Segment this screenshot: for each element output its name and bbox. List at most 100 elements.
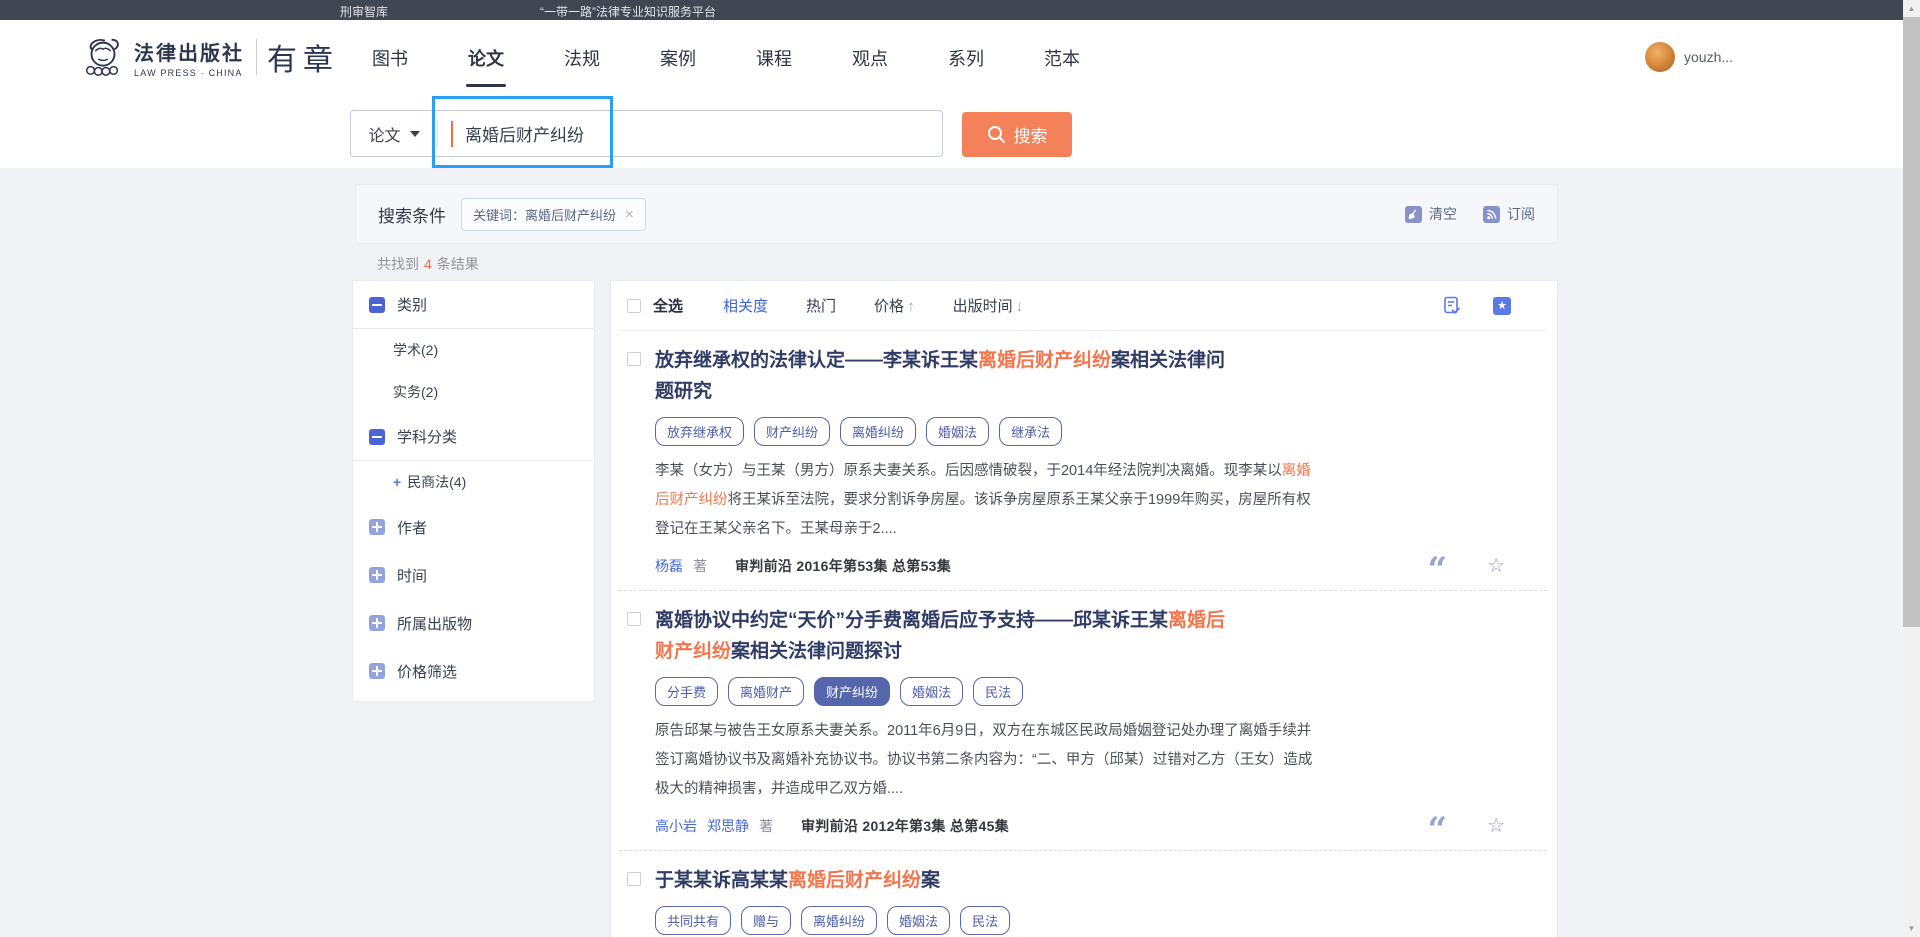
sort-option-3[interactable]: 价格↑: [874, 295, 915, 316]
tag[interactable]: 继承法: [999, 417, 1062, 446]
select-all-checkbox[interactable]: [627, 299, 641, 313]
search-area: 论文 离婚后财产纠纷 搜索: [0, 96, 1903, 168]
tag[interactable]: 离婚财产: [728, 677, 804, 706]
topbar-platform-title: “一带一路”法律专业知识服务平台: [540, 3, 716, 20]
expand-icon[interactable]: [369, 615, 385, 631]
result-tags: 分手费离婚财产财产纠纷婚姻法民法: [655, 677, 1335, 706]
text-part: 离婚协议中约定“天价”分手费离婚后应予支持——邱某诉王某: [655, 610, 1168, 631]
tag[interactable]: 财产纠纷: [814, 677, 890, 706]
tag[interactable]: 离婚纠纷: [840, 417, 916, 446]
scrollbar-thumb[interactable]: [1903, 17, 1920, 627]
result-checkbox[interactable]: [627, 872, 641, 886]
select-all-label[interactable]: 全选: [653, 295, 683, 316]
sidebar-section-header-2[interactable]: 学科分类: [353, 413, 594, 461]
nav-tab-3[interactable]: 法规: [562, 21, 602, 95]
expand-icon[interactable]: [369, 519, 385, 535]
tag[interactable]: 分手费: [655, 677, 718, 706]
sidebar-section-header-6[interactable]: 价格筛选: [353, 647, 594, 695]
tag[interactable]: 离婚纠纷: [801, 906, 877, 935]
result-title[interactable]: 离婚协议中约定“天价”分手费离婚后应予支持——邱某诉王某离婚后财产纠纷案相关法律…: [655, 605, 1233, 667]
author-link[interactable]: 郑思静: [707, 816, 749, 836]
expand-node-icon[interactable]: +: [393, 474, 401, 490]
scrollbar[interactable]: ▲ ▼: [1903, 0, 1920, 937]
batch-export-icon[interactable]: [1443, 296, 1461, 315]
sidebar-filter-label: 实务(2): [393, 384, 438, 400]
tag[interactable]: 婚姻法: [887, 906, 950, 935]
sidebar-section-header-3[interactable]: 作者: [353, 503, 594, 551]
search-button[interactable]: 搜索: [962, 112, 1072, 157]
tag[interactable]: 赠与: [741, 906, 791, 935]
sidebar-filter-item[interactable]: 学术(2): [353, 329, 594, 371]
sidebar-section-header-5[interactable]: 所属出版物: [353, 599, 594, 647]
sidebar-filter-item[interactable]: +民商法(4): [353, 461, 594, 503]
sidebar-section-title: 学科分类: [397, 426, 457, 447]
cite-quote-icon[interactable]: “: [1427, 560, 1447, 580]
favorite-star-icon[interactable]: ☆: [1487, 556, 1505, 576]
keyword-chip[interactable]: 关键词：离婚后财产纠纷 ×: [461, 198, 646, 231]
author-link[interactable]: 高小岩: [655, 816, 697, 836]
search-scope-value: 论文: [368, 122, 400, 146]
favorite-star-icon[interactable]: ☆: [1487, 816, 1505, 836]
sidebar-section-header-4[interactable]: 时间: [353, 551, 594, 599]
result-title[interactable]: 放弃继承权的法律认定——李某诉王某离婚后财产纠纷案相关法律问题研究: [655, 345, 1233, 407]
keyword-highlight: 离婚后财产纠纷: [978, 350, 1111, 371]
sort-options: 相关度 热门 价格↑ 出版时间↓: [723, 295, 1023, 316]
summary-suffix: 条结果: [437, 256, 479, 272]
broom-icon: [1405, 206, 1422, 223]
lawpress-lion-emblem-icon: [80, 35, 126, 79]
collapse-icon[interactable]: [369, 429, 385, 445]
tag[interactable]: 放弃继承权: [655, 417, 744, 446]
clear-conditions-button[interactable]: 清空: [1405, 204, 1457, 224]
result-row: 于某某诉高某某离婚后财产纠纷案共同共有赠与离婚纠纷婚姻法民法夫妻双方离婚时协议约…: [627, 865, 1547, 937]
sidebar-section-title: 价格筛选: [397, 661, 457, 682]
tag[interactable]: 婚姻法: [926, 417, 989, 446]
sort-option-2[interactable]: 热门: [806, 295, 836, 316]
nav-tab-1[interactable]: 图书: [370, 21, 410, 95]
favorites-folder-icon[interactable]: ★: [1493, 297, 1511, 315]
search-scope-dropdown[interactable]: 论文: [351, 122, 437, 146]
result-checkbox[interactable]: [627, 352, 641, 366]
result-meta: 高小岩郑思静著审判前沿 2012年第3集 总第45集: [655, 816, 1335, 836]
sidebar-filter-item[interactable]: 实务(2): [353, 371, 594, 413]
result-title[interactable]: 于某某诉高某某离婚后财产纠纷案: [655, 865, 1233, 896]
avatar[interactable]: [1645, 42, 1675, 72]
tag[interactable]: 民法: [973, 677, 1023, 706]
cite-quote-icon[interactable]: “: [1427, 820, 1447, 840]
results-summary: 共找到4条结果: [377, 254, 479, 274]
subscribe-label: 订阅: [1507, 204, 1535, 224]
tag[interactable]: 婚姻法: [900, 677, 963, 706]
text-part: 李某（女方）与王某（男方）原系夫妻关系。后因感情破裂，于2014年经法院判决离婚…: [655, 463, 1282, 479]
sort-option-1[interactable]: 相关度: [723, 295, 768, 316]
text-part: 将王某诉至法院，要求分割诉争房屋。该诉争房屋原系王某父亲于1999年购买，房屋所…: [655, 492, 1311, 537]
results-toolbar: 全选 相关度 热门 价格↑ 出版时间↓ ★: [619, 281, 1547, 331]
nav-tab-2[interactable]: 论文: [466, 21, 506, 95]
main-nav: 图书论文法规案例课程观点系列范本: [370, 20, 1082, 96]
nav-tab-5[interactable]: 课程: [754, 21, 794, 95]
nav-tab-6[interactable]: 观点: [850, 21, 890, 95]
expand-icon[interactable]: [369, 663, 385, 679]
nav-tab-8[interactable]: 范本: [1042, 21, 1082, 95]
sidebar-filter-label: 学术(2): [393, 342, 438, 358]
nav-tab-4[interactable]: 案例: [658, 21, 698, 95]
collapse-icon[interactable]: [369, 297, 385, 313]
rss-icon: [1483, 206, 1500, 223]
logo[interactable]: 法律出版社 LAW PRESS · CHINA 有章: [80, 35, 339, 79]
nav-tab-7[interactable]: 系列: [946, 21, 986, 95]
tag[interactable]: 财产纠纷: [754, 417, 830, 446]
chip-close-icon[interactable]: ×: [625, 207, 634, 222]
result-tags: 放弃继承权财产纠纷离婚纠纷婚姻法继承法: [655, 417, 1335, 446]
user-account[interactable]: youzh...: [1645, 42, 1733, 72]
text-part: 于某某诉高某某: [655, 870, 788, 891]
tag[interactable]: 共同共有: [655, 906, 731, 935]
sidebar-section-header-1[interactable]: 类别: [353, 281, 594, 329]
keyword-highlight: 离婚后财产纠纷: [788, 870, 921, 891]
scroll-down-arrow-icon[interactable]: ▼: [1903, 920, 1920, 937]
topbar-menu-item[interactable]: 刑审智库: [340, 3, 388, 20]
result-checkbox[interactable]: [627, 612, 641, 626]
expand-icon[interactable]: [369, 567, 385, 583]
tag[interactable]: 民法: [960, 906, 1010, 935]
sort-option-4[interactable]: 出版时间↓: [953, 295, 1024, 316]
author-link[interactable]: 杨磊: [655, 556, 683, 576]
scroll-up-arrow-icon[interactable]: ▲: [1903, 0, 1920, 17]
subscribe-button[interactable]: 订阅: [1483, 204, 1535, 224]
